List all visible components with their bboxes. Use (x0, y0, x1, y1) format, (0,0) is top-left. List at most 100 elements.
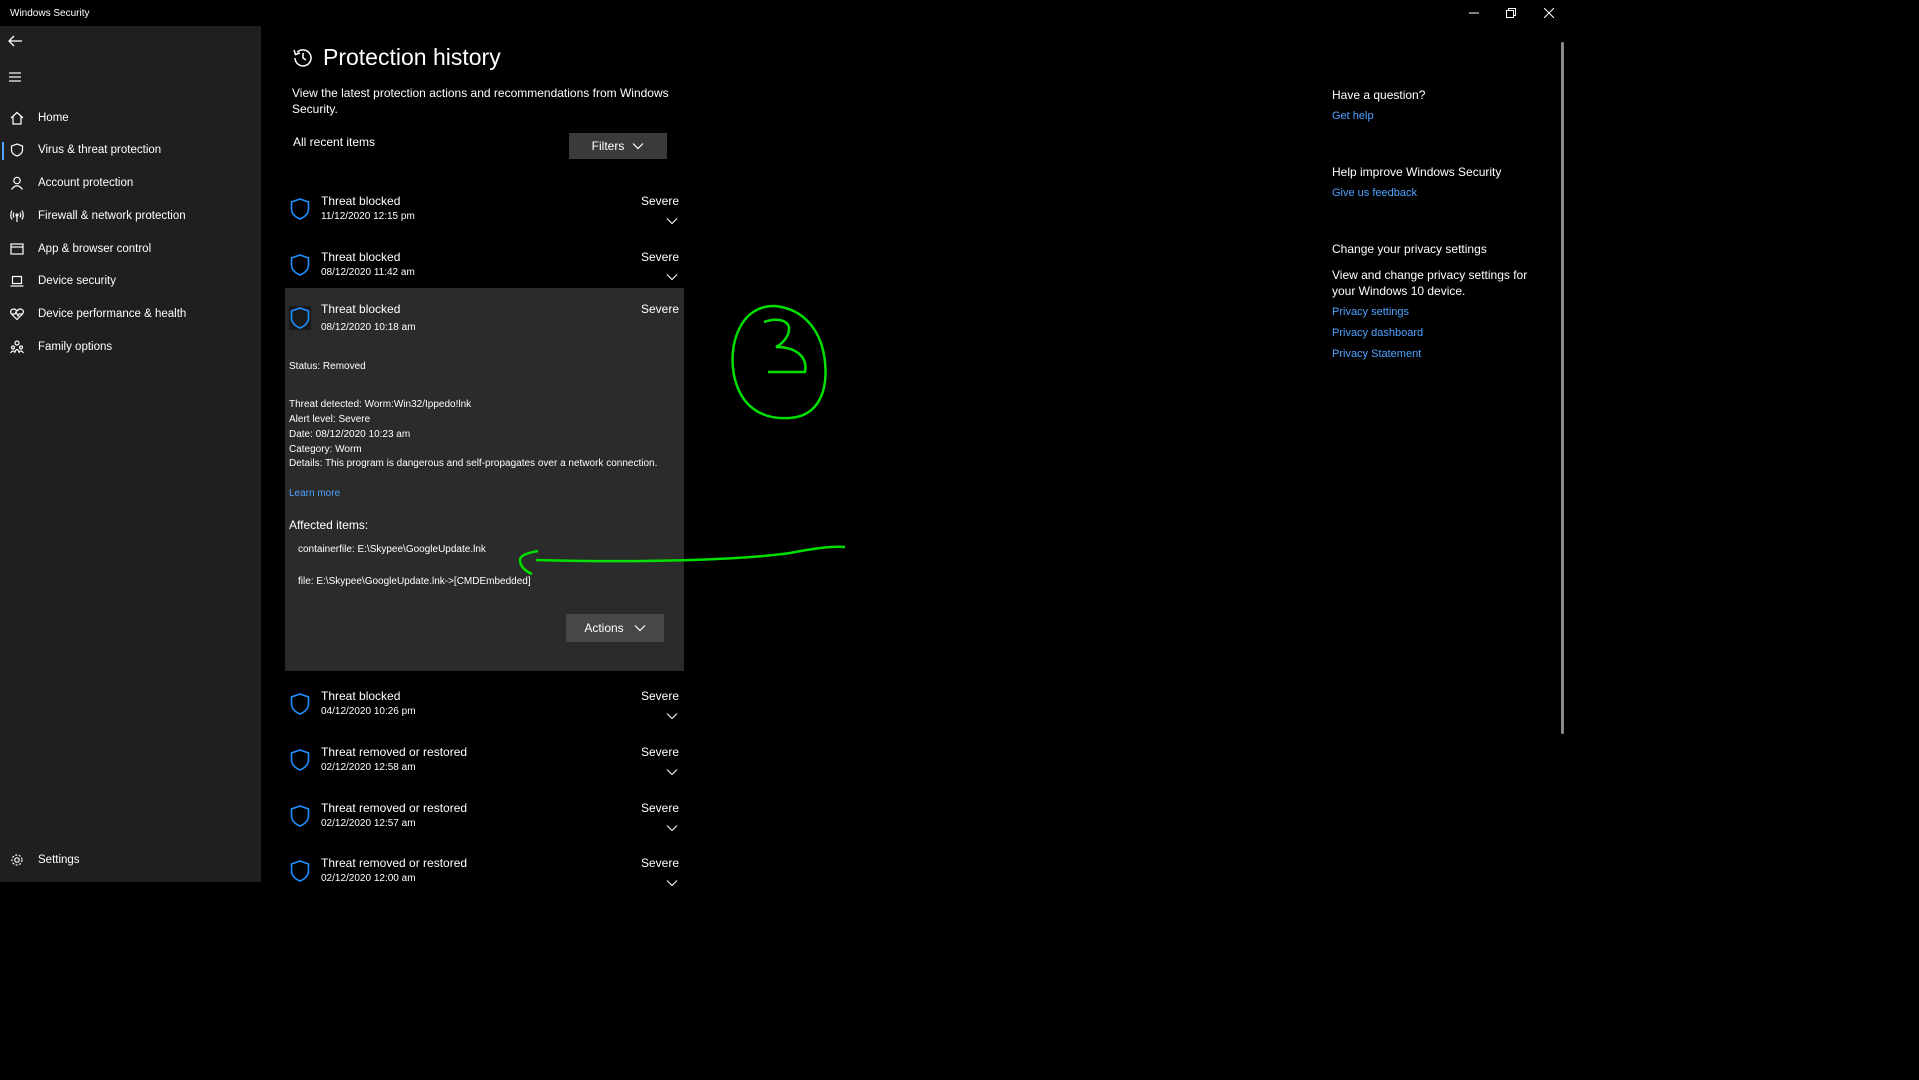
privacy-description: View and change privacy settings for you… (1332, 268, 1528, 298)
item-severity: Severe (640, 250, 679, 264)
item-date: 02/12/2020 12:00 am (321, 873, 416, 884)
shield-icon (289, 692, 311, 716)
history-item[interactable]: Threat blocked 11/12/2020 12:15 pm Sever… (285, 189, 684, 244)
page-title: Protection history (323, 44, 501, 70)
status-text: Status: Removed (289, 361, 366, 372)
history-item[interactable]: Threat blocked 04/12/2020 10:26 pm Sever… (285, 684, 684, 739)
sidebar-item-label: Device security (38, 275, 116, 287)
filters-button-label: Filters (591, 139, 625, 153)
actions-button[interactable]: Actions (566, 614, 664, 642)
person-icon (9, 175, 25, 191)
date-text: Date: 08/12/2020 10:23 am (289, 429, 411, 440)
sidebar-item-settings[interactable]: Settings (0, 844, 261, 876)
sidebar-item-label: Family options (38, 341, 113, 353)
item-date: 04/12/2020 10:26 pm (321, 706, 416, 717)
page-description: View the latest protection actions and r… (292, 86, 669, 116)
chevron-down-icon[interactable] (666, 268, 678, 281)
app-window-icon (9, 241, 25, 257)
home-icon (9, 110, 25, 126)
privacy-statement-link[interactable]: Privacy Statement (1332, 348, 1421, 360)
item-title: Threat removed or restored (321, 856, 468, 870)
sidebar-item-firewall-network-protection[interactable]: Firewall & network protection (0, 200, 261, 232)
item-severity: Severe (640, 856, 679, 870)
chevron-down-icon (632, 143, 644, 150)
item-severity: Severe (640, 801, 679, 815)
shield-icon (289, 306, 311, 330)
shield-icon (289, 804, 311, 828)
history-item[interactable]: Threat removed or restored 02/12/2020 12… (285, 740, 684, 795)
close-icon (1544, 8, 1554, 18)
sidebar-item-virus-threat-protection[interactable]: Virus & threat protection (0, 134, 261, 166)
sidebar-item-label: Firewall & network protection (38, 210, 186, 222)
item-severity: Severe (640, 689, 679, 703)
have-question-heading: Have a question? (1332, 88, 1426, 102)
hamburger-menu-button[interactable] (6, 68, 28, 88)
item-date: 08/12/2020 11:42 am (321, 267, 415, 278)
get-help-link[interactable]: Get help (1332, 110, 1374, 122)
shield-icon (9, 142, 25, 158)
family-icon (9, 339, 25, 355)
item-date: 02/12/2020 12:57 am (321, 818, 416, 829)
window-title: Windows Security (10, 8, 90, 19)
vertical-scrollbar[interactable] (1561, 42, 1564, 734)
sidebar-item-app-browser-control[interactable]: App & browser control (0, 233, 261, 265)
back-button[interactable] (6, 32, 28, 52)
item-date: 02/12/2020 12:58 am (321, 762, 416, 773)
laptop-icon (9, 273, 25, 289)
history-item[interactable]: Threat removed or restored 02/12/2020 12… (285, 796, 684, 851)
expanded-history-item: Threat blocked 08/12/2020 10:18 am Sever… (285, 288, 684, 671)
restore-icon (1506, 8, 1516, 18)
item-severity: Severe (640, 194, 679, 208)
close-button[interactable] (1534, 3, 1564, 23)
minimize-button[interactable] (1459, 3, 1489, 23)
item-title: Threat blocked (321, 302, 401, 316)
details-text: Details: This program is dangerous and s… (289, 458, 658, 469)
item-date: 08/12/2020 10:18 am (321, 322, 416, 333)
filters-button[interactable]: Filters (569, 133, 667, 159)
main-content: Protection history View the latest prote… (261, 26, 1568, 887)
chevron-down-icon[interactable] (666, 763, 678, 776)
item-date: 11/12/2020 12:15 pm (321, 211, 415, 222)
affected-item: containerfile: E:\Skypee\GoogleUpdate.ln… (298, 544, 486, 555)
sidebar-item-account-protection[interactable]: Account protection (0, 167, 261, 199)
gear-icon (9, 852, 25, 868)
restore-button[interactable] (1496, 3, 1526, 23)
privacy-settings-link[interactable]: Privacy settings (1332, 306, 1409, 318)
privacy-dashboard-link[interactable]: Privacy dashboard (1332, 327, 1423, 339)
sidebar-item-label: App & browser control (38, 243, 152, 255)
back-arrow-icon (8, 35, 22, 47)
sidebar-item-label: Settings (38, 854, 80, 866)
chevron-down-icon[interactable] (666, 212, 678, 225)
learn-more-link[interactable]: Learn more (289, 488, 340, 499)
item-title: Threat removed or restored (321, 801, 468, 815)
chevron-down-icon (634, 625, 646, 632)
shield-icon (289, 859, 311, 883)
category-text: Category: Worm (289, 444, 362, 455)
sidebar-item-label: Virus & threat protection (38, 144, 162, 156)
item-title: Threat removed or restored (321, 745, 468, 759)
chevron-down-icon[interactable] (666, 874, 678, 887)
alert-level-text: Alert level: Severe (289, 414, 371, 425)
chevron-down-icon[interactable] (666, 707, 678, 720)
history-icon (291, 46, 315, 70)
item-severity: Severe (640, 745, 679, 759)
heart-icon (9, 306, 25, 322)
history-item[interactable]: Threat removed or restored 02/12/2020 12… (285, 851, 684, 906)
privacy-heading: Change your privacy settings (1332, 242, 1487, 256)
sidebar-item-home[interactable]: Home (0, 102, 261, 134)
item-title: Threat blocked (321, 194, 401, 208)
item-title: Threat blocked (321, 250, 401, 264)
sidebar-item-device-performance-health[interactable]: Device performance & health (0, 298, 261, 330)
wireless-icon (9, 208, 25, 224)
affected-item: file: E:\Skypee\GoogleUpdate.lnk->[CMDEm… (298, 576, 531, 587)
chevron-down-icon[interactable] (666, 819, 678, 832)
sidebar-item-family-options[interactable]: Family options (0, 331, 261, 363)
sidebar-item-device-security[interactable]: Device security (0, 265, 261, 297)
sidebar-item-label: Device performance & health (38, 308, 187, 320)
give-feedback-link[interactable]: Give us feedback (1332, 187, 1417, 199)
title-bar: Windows Security (0, 0, 1568, 26)
shield-icon (289, 197, 311, 221)
sidebar-item-label: Home (38, 112, 69, 124)
sidebar: Home Virus & threat protection Account p… (0, 26, 261, 882)
item-severity: Severe (640, 302, 679, 316)
